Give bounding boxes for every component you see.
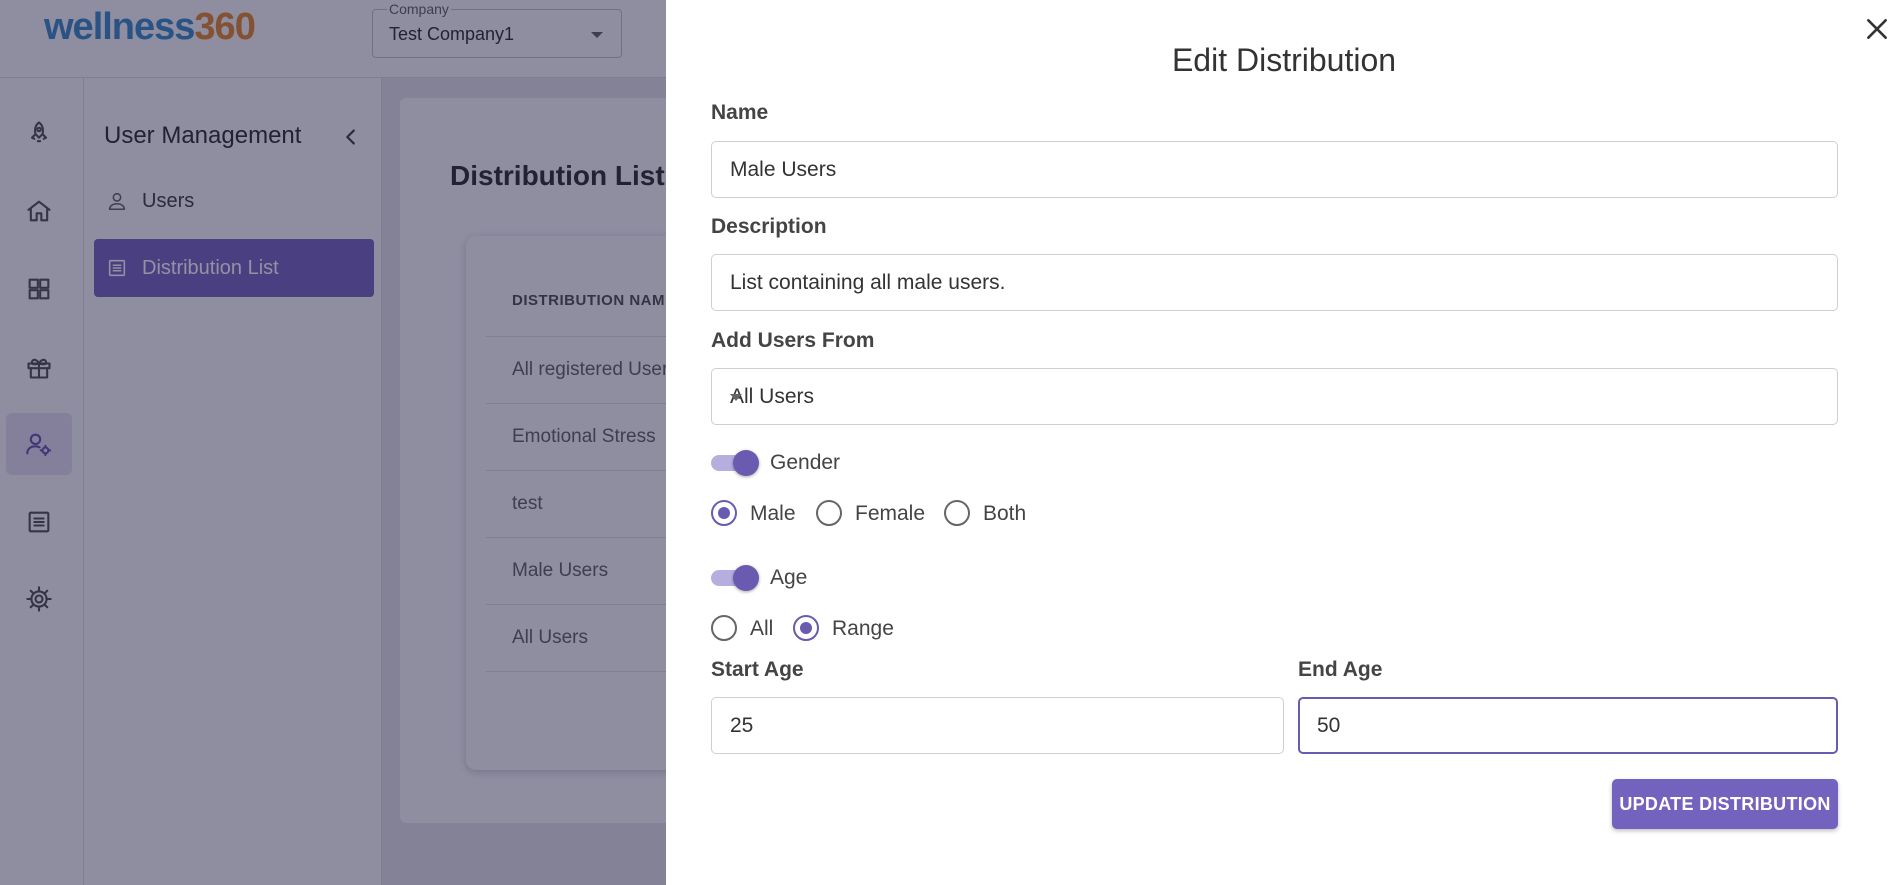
gender-toggle[interactable] bbox=[711, 448, 761, 476]
update-distribution-button[interactable]: UPDATE DISTRIBUTION bbox=[1612, 779, 1838, 829]
toggle-thumb bbox=[733, 450, 759, 476]
chevron-down-icon bbox=[730, 394, 742, 401]
description-input-value: List containing all male users. bbox=[730, 271, 1006, 294]
name-input-value: Male Users bbox=[730, 158, 837, 181]
age-toggle-label: Age bbox=[770, 566, 808, 589]
modal-backdrop[interactable] bbox=[0, 0, 666, 885]
name-input[interactable]: Male Users bbox=[711, 141, 1838, 198]
drawer-title: Edit Distribution bbox=[1171, 42, 1397, 78]
edit-distribution-drawer: Edit Distribution Name Male Users Descri… bbox=[666, 0, 1902, 885]
add-users-from-label: Add Users From bbox=[711, 329, 875, 352]
gender-toggle-label: Gender bbox=[770, 451, 841, 474]
start-age-input[interactable]: 25 bbox=[711, 697, 1284, 754]
description-input[interactable]: List containing all male users. bbox=[711, 254, 1838, 311]
end-age-input[interactable]: 50 bbox=[1298, 697, 1838, 754]
radio-label-both: Both bbox=[983, 502, 1027, 525]
radio-gender-both[interactable] bbox=[944, 500, 970, 526]
radio-label-male: Male bbox=[750, 502, 796, 525]
end-age-label: End Age bbox=[1298, 658, 1383, 681]
radio-age-all[interactable] bbox=[711, 615, 737, 641]
start-age-value: 25 bbox=[730, 714, 754, 737]
radio-age-range[interactable] bbox=[793, 615, 819, 641]
add-users-from-select[interactable]: All Users bbox=[711, 368, 1838, 425]
radio-gender-female[interactable] bbox=[816, 500, 842, 526]
start-age-label: Start Age bbox=[711, 658, 804, 681]
radio-gender-male[interactable] bbox=[711, 500, 737, 526]
description-label: Description bbox=[711, 215, 827, 238]
radio-label-range: Range bbox=[832, 617, 894, 640]
add-users-from-value: All Users bbox=[730, 385, 815, 408]
radio-label-female: Female bbox=[855, 502, 926, 525]
toggle-thumb bbox=[733, 565, 759, 591]
age-toggle[interactable] bbox=[711, 563, 761, 591]
name-label: Name bbox=[711, 101, 769, 124]
radio-label-all: All bbox=[750, 617, 774, 640]
end-age-value: 50 bbox=[1317, 714, 1341, 737]
close-icon[interactable] bbox=[1864, 16, 1890, 42]
